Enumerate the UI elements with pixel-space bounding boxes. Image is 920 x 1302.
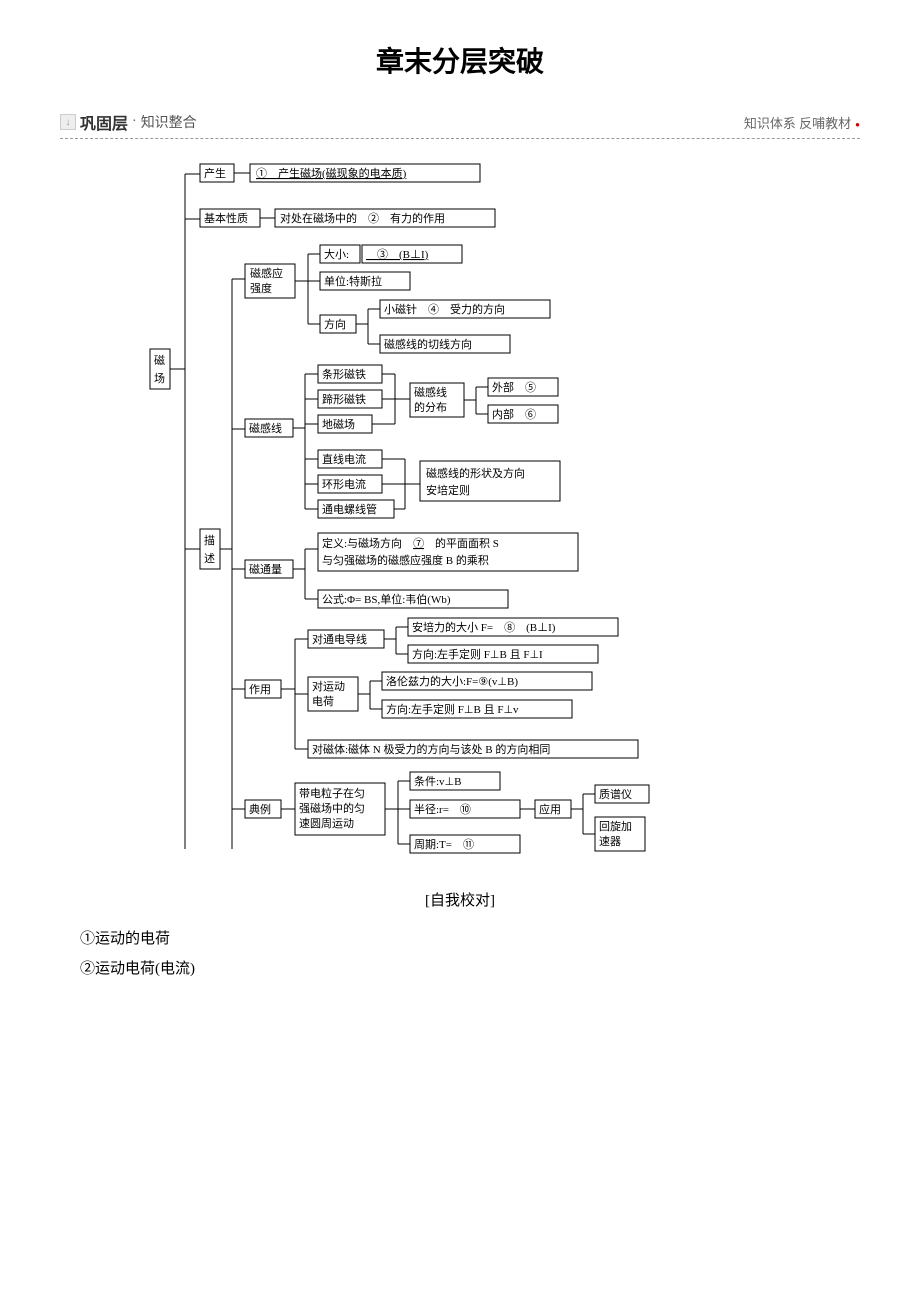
section-main-label: 巩固层 (80, 110, 128, 134)
line-current: 直线电流 (322, 452, 366, 466)
flux-def-2: 与匀强磁场的磁感应强度 B 的乘积 (322, 553, 489, 567)
mfi-dir-tan: 磁感线的切线方向 (384, 337, 472, 351)
section-header: ↓ 巩固层 · 知识整合 知识体系 反哺教材 (60, 110, 860, 139)
svg-text:电荷: 电荷 (312, 695, 334, 708)
mfi-dir-label: 方向 (324, 317, 346, 331)
period: 周期:T= ⑪ (414, 838, 474, 851)
flux-def-1: 定义:与磁场方向 ⑦ 的平面面积 S (322, 536, 499, 550)
condition: 条件:v⊥B (414, 774, 461, 788)
example-label: 典例 (249, 802, 271, 816)
on-magnet: 对磁体:磁体 N 极受力的方向与该处 B 的方向相同 (312, 742, 550, 756)
horse-mag: 蹄形磁铁 (322, 392, 366, 406)
application: 应用 (539, 802, 561, 816)
lorentz-size: 洛伦兹力的大小:F=⑨(v⊥B) (386, 674, 518, 688)
amp-size: 安培力的大小 F= ⑧ (B⊥I) (412, 620, 556, 634)
basic-line: 对处在磁场中的 ② 有力的作用 (280, 211, 445, 225)
ring-current: 环形电流 (322, 477, 366, 491)
svg-text:强度: 强度 (250, 281, 272, 295)
svg-text:速器: 速器 (599, 835, 621, 848)
produce-label: 产生 (204, 166, 226, 180)
svg-text:速圆周运动: 速圆周运动 (299, 817, 354, 830)
mfi-size-label: 大小: (324, 247, 349, 261)
outer-label: 外部 ⑤ (492, 380, 536, 394)
answer-item: ①运动的电荷 (80, 924, 860, 954)
basic-label: 基本性质 (204, 211, 248, 225)
mfi-unit: 单位:特斯拉 (324, 274, 382, 288)
flux-label: 磁通量 (249, 563, 282, 576)
mfi-dir-needle: 小磁针 ④ 受力的方向 (384, 302, 505, 316)
arrow-down-icon: ↓ (60, 114, 76, 130)
mfi-label: 磁感应 (250, 266, 283, 280)
shape-dir: 磁感线的形状及方向 (426, 466, 525, 480)
dist-label: 磁感线 (414, 385, 447, 399)
solenoid: 通电螺线管 (322, 502, 377, 516)
svg-text:的分布: 的分布 (414, 400, 447, 414)
produce-line: ① 产生磁场(磁现象的电本质) (256, 166, 407, 180)
inner-label: 内部 ⑥ (492, 407, 536, 421)
on-charge: 对运动 (312, 679, 345, 693)
ampere-rule: 安培定则 (426, 483, 470, 497)
mfl-label: 磁感线 (249, 421, 282, 435)
amp-dir: 方向:左手定则 F⊥B 且 F⊥I (412, 647, 543, 661)
earth-mag: 地磁场 (322, 417, 355, 431)
self-check-caption: [自我校对] (60, 889, 860, 910)
svg-text:强磁场中的匀: 强磁场中的匀 (299, 801, 365, 815)
answers-list: ①运动的电荷 ②运动电荷(电流) (60, 924, 860, 984)
mass-spectrometer: 质谱仪 (599, 787, 632, 801)
concept-diagram: 磁场 产生 ① 产生磁场(磁现象的电本质) 基本性质 对处在磁场中的 ② 有力的… (140, 149, 780, 879)
bar-mag: 条形磁铁 (322, 367, 366, 381)
lorentz-dir: 方向:左手定则 F⊥B 且 F⊥v (386, 702, 519, 716)
section-sub-label: 知识整合 (141, 112, 197, 132)
section-right-label: 知识体系 反哺教材 (744, 113, 860, 132)
answer-item: ②运动电荷(电流) (80, 954, 860, 984)
circular-motion: 带电粒子在匀 (299, 786, 365, 800)
page-title: 章末分层突破 (60, 40, 860, 80)
on-wire: 对通电导线 (312, 632, 367, 646)
mfi-size-val: ③ (B⊥I) (366, 248, 429, 261)
effect-label: 作用 (249, 683, 271, 696)
cyclotron: 回旋加 (599, 819, 632, 833)
radius: 半径:r= ⑩ (414, 802, 471, 816)
section-sep: · (132, 114, 137, 130)
flux-formula: 公式:Φ= BS,单位:韦伯(Wb) (322, 592, 451, 606)
